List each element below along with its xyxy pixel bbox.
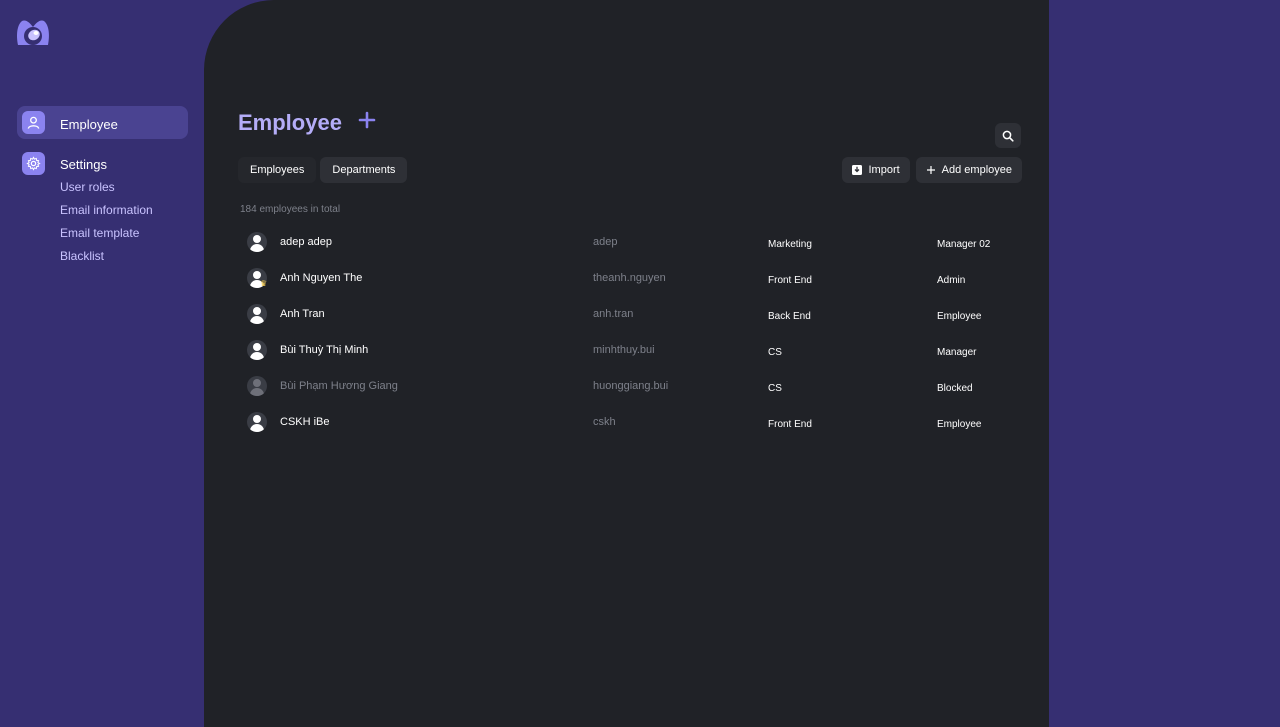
main-panel: Employee Employees Departments Import Ad… [204,0,1049,727]
search-button[interactable] [995,123,1021,148]
tab-bar: Employees Departments [238,157,408,183]
app-logo[interactable] [14,17,52,49]
avatar [247,340,267,360]
sidebar-item-label: Employee [60,117,118,132]
table-row[interactable]: adep adep adep Marketing Manager 02 [238,226,1028,262]
settings-subnav: User roles Email information Email templ… [17,177,188,269]
employee-role: Employee [937,311,982,322]
gear-icon [22,152,45,175]
toolbar-actions: Import Add employee [842,157,1022,183]
avatar [247,232,267,252]
sidebar: Employee Settings User roles Email infor… [17,106,188,269]
employee-name: CSKH iBe [280,416,330,428]
subnav-blacklist[interactable]: Blacklist [60,246,188,269]
plus-icon [358,111,376,129]
user-icon [22,111,45,134]
employee-department: Back End [768,311,811,322]
employee-department: CS [768,347,782,358]
avatar [247,412,267,432]
avatar [247,304,267,324]
employee-username: anh.tran [593,308,634,320]
employee-role: Blocked [937,383,973,394]
tab-departments[interactable]: Departments [320,157,408,183]
employee-name: adep adep [280,236,332,248]
employee-department: CS [768,383,782,394]
subnav-user-roles[interactable]: User roles [60,177,188,200]
import-label: Import [868,164,900,176]
employee-role: Manager [937,347,977,358]
employee-username: huonggiang.bui [593,380,669,392]
subnav-email-information[interactable]: Email information [60,200,188,223]
import-icon [852,165,863,175]
sidebar-item-settings[interactable]: Settings [17,147,188,180]
table-row[interactable]: CSKH iBe cskh Front End Employee [238,406,1028,442]
crown-icon: ♛ [260,279,268,288]
sidebar-item-label: Settings [60,157,107,172]
subnav-email-template[interactable]: Email template [60,223,188,246]
avatar [247,376,267,396]
table-row[interactable]: Bùi Thuỳ Thị Minh minhthuy.bui CS Manager [238,334,1028,370]
employee-name: Bùi Thuỳ Thị Minh [280,344,369,356]
employee-username: adep [593,236,618,248]
employee-list: adep adep adep Marketing Manager 02 ♛ Anh Ngu… [238,226,1028,442]
employee-username: cskh [593,416,616,428]
add-employee-label: Add employee [941,164,1012,176]
add-employee-plus-button[interactable] [358,111,376,129]
employee-total-count: 184 employees in total [240,204,341,215]
plus-icon [926,166,935,174]
table-row[interactable]: ♛ Anh Nguyen The theanh.nguyen Front End Adm… [238,262,1028,298]
table-row[interactable]: Anh Tran anh.tran Back End Employee [238,298,1028,334]
employee-name: Anh Tran [280,308,325,320]
import-button[interactable]: Import [842,157,910,183]
employee-role: Employee [937,419,982,430]
employee-role: Admin [937,275,966,286]
employee-username: minhthuy.bui [593,344,655,356]
employee-department: Front End [768,275,812,286]
employee-department: Marketing [768,239,812,250]
tab-employees[interactable]: Employees [238,157,317,183]
employee-username: theanh.nguyen [593,272,666,284]
logo-icon [17,20,49,45]
employee-name: Bùi Phạm Hương Giang [280,380,398,392]
employee-department: Front End [768,419,812,430]
add-employee-button[interactable]: Add employee [915,157,1022,183]
page-title: Employee [238,110,342,135]
table-row[interactable]: Bùi Phạm Hương Giang huonggiang.bui CS Bloc… [238,370,1028,406]
search-icon [1002,130,1014,142]
sidebar-item-employee[interactable]: Employee [17,106,188,139]
employee-name: Anh Nguyen The [280,272,363,284]
employee-role: Manager 02 [937,239,991,250]
